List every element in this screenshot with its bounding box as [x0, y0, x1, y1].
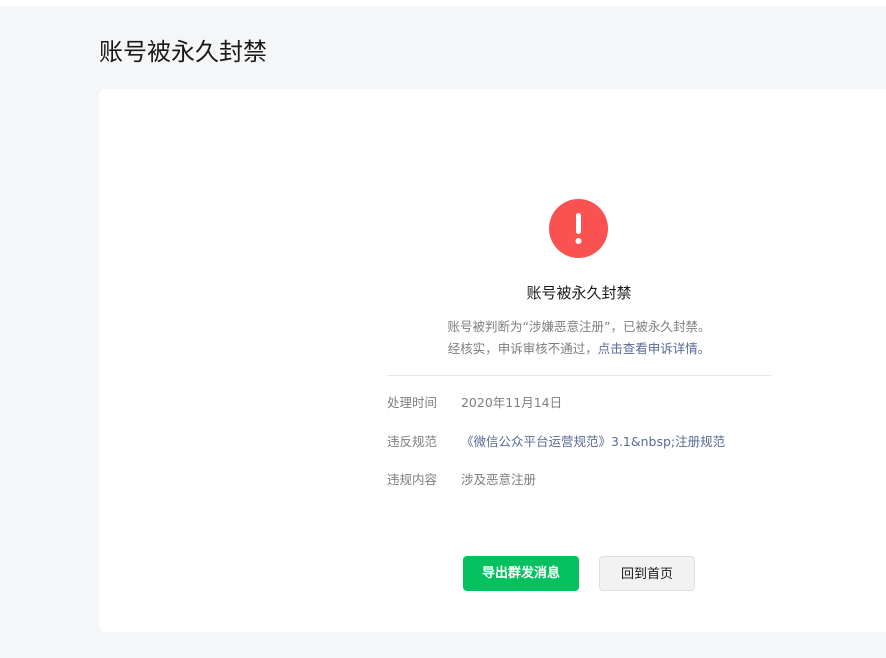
ban-notice-card: [99, 89, 886, 632]
content-label: 违规内容: [387, 472, 438, 487]
time-label: 处理时间: [387, 395, 438, 410]
back-home-button[interactable]: 回到首页: [599, 556, 695, 591]
rule-label: 违反规范: [387, 434, 438, 449]
top-bar: [0, 0, 886, 6]
appeal-details-link[interactable]: 点击查看申诉详情。: [598, 341, 711, 356]
notice-desc-line2-text: 经核实，申诉审核不通过，: [447, 341, 598, 356]
divider: [387, 375, 771, 376]
page-title: 账号被永久封禁: [99, 38, 267, 66]
content-value: 涉及恶意注册: [460, 472, 536, 487]
info-row-content: 违规内容 涉及恶意注册: [387, 470, 787, 490]
info-row-time: 处理时间 2020年11月14日: [387, 393, 787, 413]
notice-description: 账号被判断为“涉嫌恶意注册”，已被永久封禁。 经核实，申诉审核不通过，点击查看申…: [387, 316, 771, 360]
notice-desc-line1: 账号被判断为“涉嫌恶意注册”，已被永久封禁。: [447, 319, 711, 334]
export-messages-button[interactable]: 导出群发消息: [463, 556, 579, 591]
exclamation-icon: [549, 199, 608, 258]
rule-link[interactable]: 《微信公众平台运营规范》3.1&nbsp;注册规范: [461, 434, 725, 449]
notice-heading: 账号被永久封禁: [526, 284, 632, 302]
notice-desc-line2: 经核实，申诉审核不通过，点击查看申诉详情。: [387, 338, 771, 360]
info-row-rule: 违反规范 《微信公众平台运营规范》3.1&nbsp;注册规范: [387, 432, 787, 452]
time-value: 2020年11月14日: [460, 395, 563, 410]
